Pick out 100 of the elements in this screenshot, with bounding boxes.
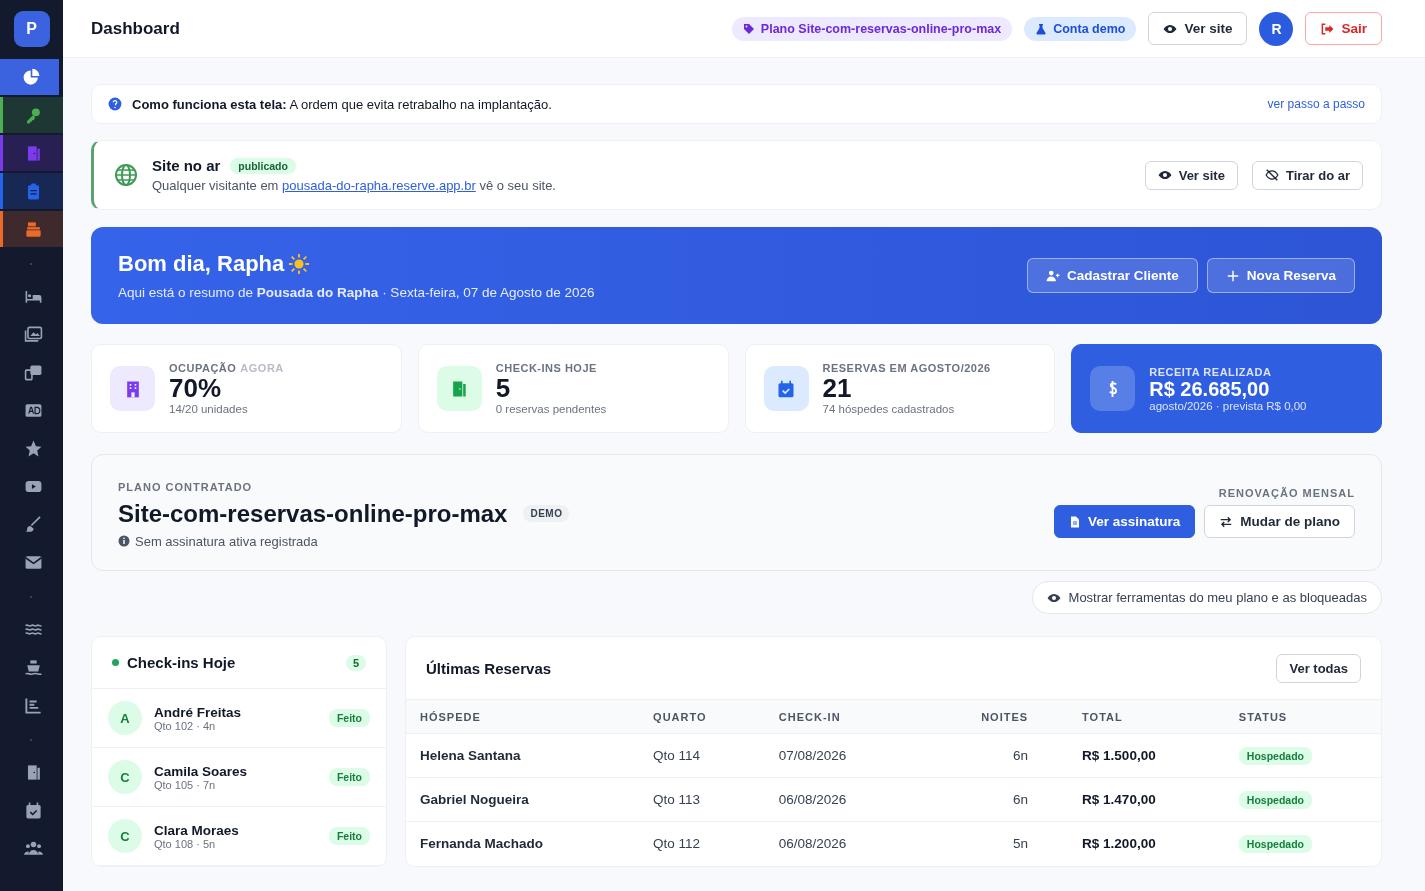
flask-icon	[1035, 22, 1048, 35]
plan-badge: Plano Site-com-reservas-online-pro-max	[731, 16, 1013, 41]
stat-label: CHECK-INS HOJE	[495, 362, 598, 375]
guest-avatar: C	[108, 760, 142, 794]
guest-avatar: C	[108, 819, 142, 853]
tag-icon	[742, 22, 755, 35]
user-plus-icon	[1045, 268, 1060, 283]
column-header: HÓSPEDE	[406, 699, 640, 734]
star-icon	[23, 438, 43, 458]
checkin-item[interactable]: C Camila Soares Qto 105 · 7n Feito	[92, 748, 386, 807]
column-header: QUARTO	[639, 699, 765, 734]
table-cell: 07/08/2026	[764, 733, 913, 778]
status-badge: Hospedado	[1238, 835, 1312, 853]
plan-badge: Conta demo	[1024, 16, 1137, 41]
globe-icon	[114, 163, 138, 187]
table-cell: Qto 112	[639, 821, 765, 865]
help-icon	[108, 97, 122, 111]
table-cell: R$ 1.500,00	[1068, 733, 1225, 778]
view-site-button[interactable]: Ver site	[1144, 160, 1238, 190]
page-title: Dashboard	[91, 18, 180, 39]
stat-value: R$ 26.685,00	[1149, 377, 1271, 400]
guest-avatar: A	[108, 701, 142, 735]
status-badge: Hospedado	[1238, 791, 1312, 809]
guest-name: Camila Soares	[154, 763, 249, 779]
sidebar-item[interactable]	[0, 59, 59, 95]
stat-note: 0 reservas pendentes	[495, 402, 607, 415]
panel-title: Últimas Reservas	[426, 659, 552, 677]
table-cell: Qto 114	[639, 733, 765, 778]
step-by-step-link[interactable]: ver passo a passo	[1267, 97, 1365, 111]
stat-label: RESERVAS EM AGOSTO/2026	[822, 362, 991, 375]
welcome-subtitle: Aqui está o resumo de Pousada do Rapha · Sexta-feira, 07 de Agosto de 2026	[118, 284, 595, 300]
table-cell: Gabriel Nogueira	[406, 777, 640, 822]
stat-value: 70%	[169, 374, 222, 403]
change-plan-button[interactable]: Mudar de plano	[1204, 505, 1355, 538]
view-all-button[interactable]: Ver todas	[1276, 653, 1361, 683]
dollar-icon	[1108, 379, 1118, 398]
table-cell: Fernanda Machado	[406, 821, 640, 865]
guest-detail: Qto 108 · 5n	[154, 837, 217, 850]
images-icon	[23, 324, 43, 344]
guest-name: André Freitas	[154, 704, 243, 720]
column-header: STATUS	[1224, 699, 1381, 734]
stat-note: 74 hóspedes cadastrados	[822, 402, 956, 415]
checkin-item[interactable]: A André Freitas Qto 102 · 4n Feito	[92, 689, 386, 748]
unpublish-button[interactable]: Tirar do ar	[1251, 160, 1363, 190]
sidebar-item[interactable]	[0, 211, 63, 247]
plan-note: Sem assinatura ativa registrada	[135, 533, 318, 549]
sun-icon	[288, 252, 311, 275]
site-status-title: Site no ar	[152, 157, 221, 174]
column-header: CHECK-IN	[764, 699, 913, 734]
swap-arrows-icon	[1219, 514, 1234, 529]
table-cell: 06/08/2026	[764, 821, 913, 865]
table-cell: 5n	[912, 821, 1069, 865]
cash-register-icon	[23, 219, 43, 239]
stat-value: 5	[495, 374, 512, 403]
app-logo[interactable]: P	[13, 11, 50, 47]
table-cell: 06/08/2026	[764, 777, 913, 822]
plan-name: Site-com-reservas-online-pro-max	[118, 499, 508, 528]
guest-detail: Qto 105 · 7n	[154, 778, 217, 791]
greeting: Bom dia, Rapha	[118, 250, 285, 277]
eye-slash-icon	[1264, 168, 1279, 182]
sign-out-icon	[1320, 21, 1335, 36]
status-badge: Feito	[328, 768, 370, 786]
eye-icon	[1157, 168, 1172, 182]
site-description: Qualquer visitante em pousada-do-rapha.reserve.app.br vê o seu site.	[152, 178, 557, 193]
show-tools-button[interactable]: Mostrar ferramentas do meu plano e as bloqueadas	[1031, 581, 1382, 614]
status-badge: Feito	[328, 827, 370, 845]
stat-value: 21	[822, 374, 853, 403]
plus-icon	[1225, 268, 1240, 283]
brush-icon	[23, 514, 43, 534]
photo-gallery-icon	[23, 362, 43, 382]
stat-note: 14/20 unidades	[169, 402, 249, 415]
status-dot	[112, 659, 119, 666]
column-header: NOITES	[912, 699, 1069, 734]
calendar-check-icon	[23, 800, 43, 820]
column-header: TOTAL	[1068, 699, 1225, 734]
add-client-button[interactable]: Cadastrar Cliente	[1026, 258, 1198, 293]
plan-label: PLANO CONTRATADO	[118, 480, 253, 493]
table-cell: Qto 113	[639, 777, 765, 822]
demo-badge: DEMO	[523, 505, 570, 522]
chart-pie-icon	[21, 67, 41, 87]
info-text: Como funciona esta tela: A ordem que evita retrabalho na implantação.	[132, 96, 553, 112]
info-icon	[118, 535, 130, 547]
site-link[interactable]: pousada-do-rapha.reserve.app.br	[282, 178, 476, 193]
status-badge: Hospedado	[1238, 747, 1312, 765]
calendar-check-icon	[776, 378, 796, 399]
logout-button[interactable]: Sair	[1305, 12, 1382, 45]
status-badge: publicado	[230, 157, 296, 174]
new-reservation-button[interactable]: Nova Reserva	[1206, 258, 1355, 293]
stat-note: agosto/2026 · prevista R$ 0,00	[1149, 399, 1307, 412]
ship-icon	[23, 657, 43, 677]
checkin-item[interactable]: C Clara Moraes Qto 108 · 5n Feito	[92, 807, 386, 866]
sidebar-item[interactable]	[0, 97, 63, 133]
view-site-button[interactable]: Ver site	[1148, 12, 1248, 45]
table-cell: R$ 1.200,00	[1068, 821, 1225, 865]
stat-label: OCUPAÇÃO AGORA	[169, 362, 284, 375]
view-subscription-button[interactable]: Ver assinatura	[1053, 505, 1196, 538]
user-avatar[interactable]: R	[1259, 11, 1294, 46]
status-badge: Feito	[328, 709, 370, 727]
stat-label: RECEITA REALIZADA	[1149, 365, 1273, 378]
guest-detail: Qto 102 · 4n	[154, 719, 217, 732]
